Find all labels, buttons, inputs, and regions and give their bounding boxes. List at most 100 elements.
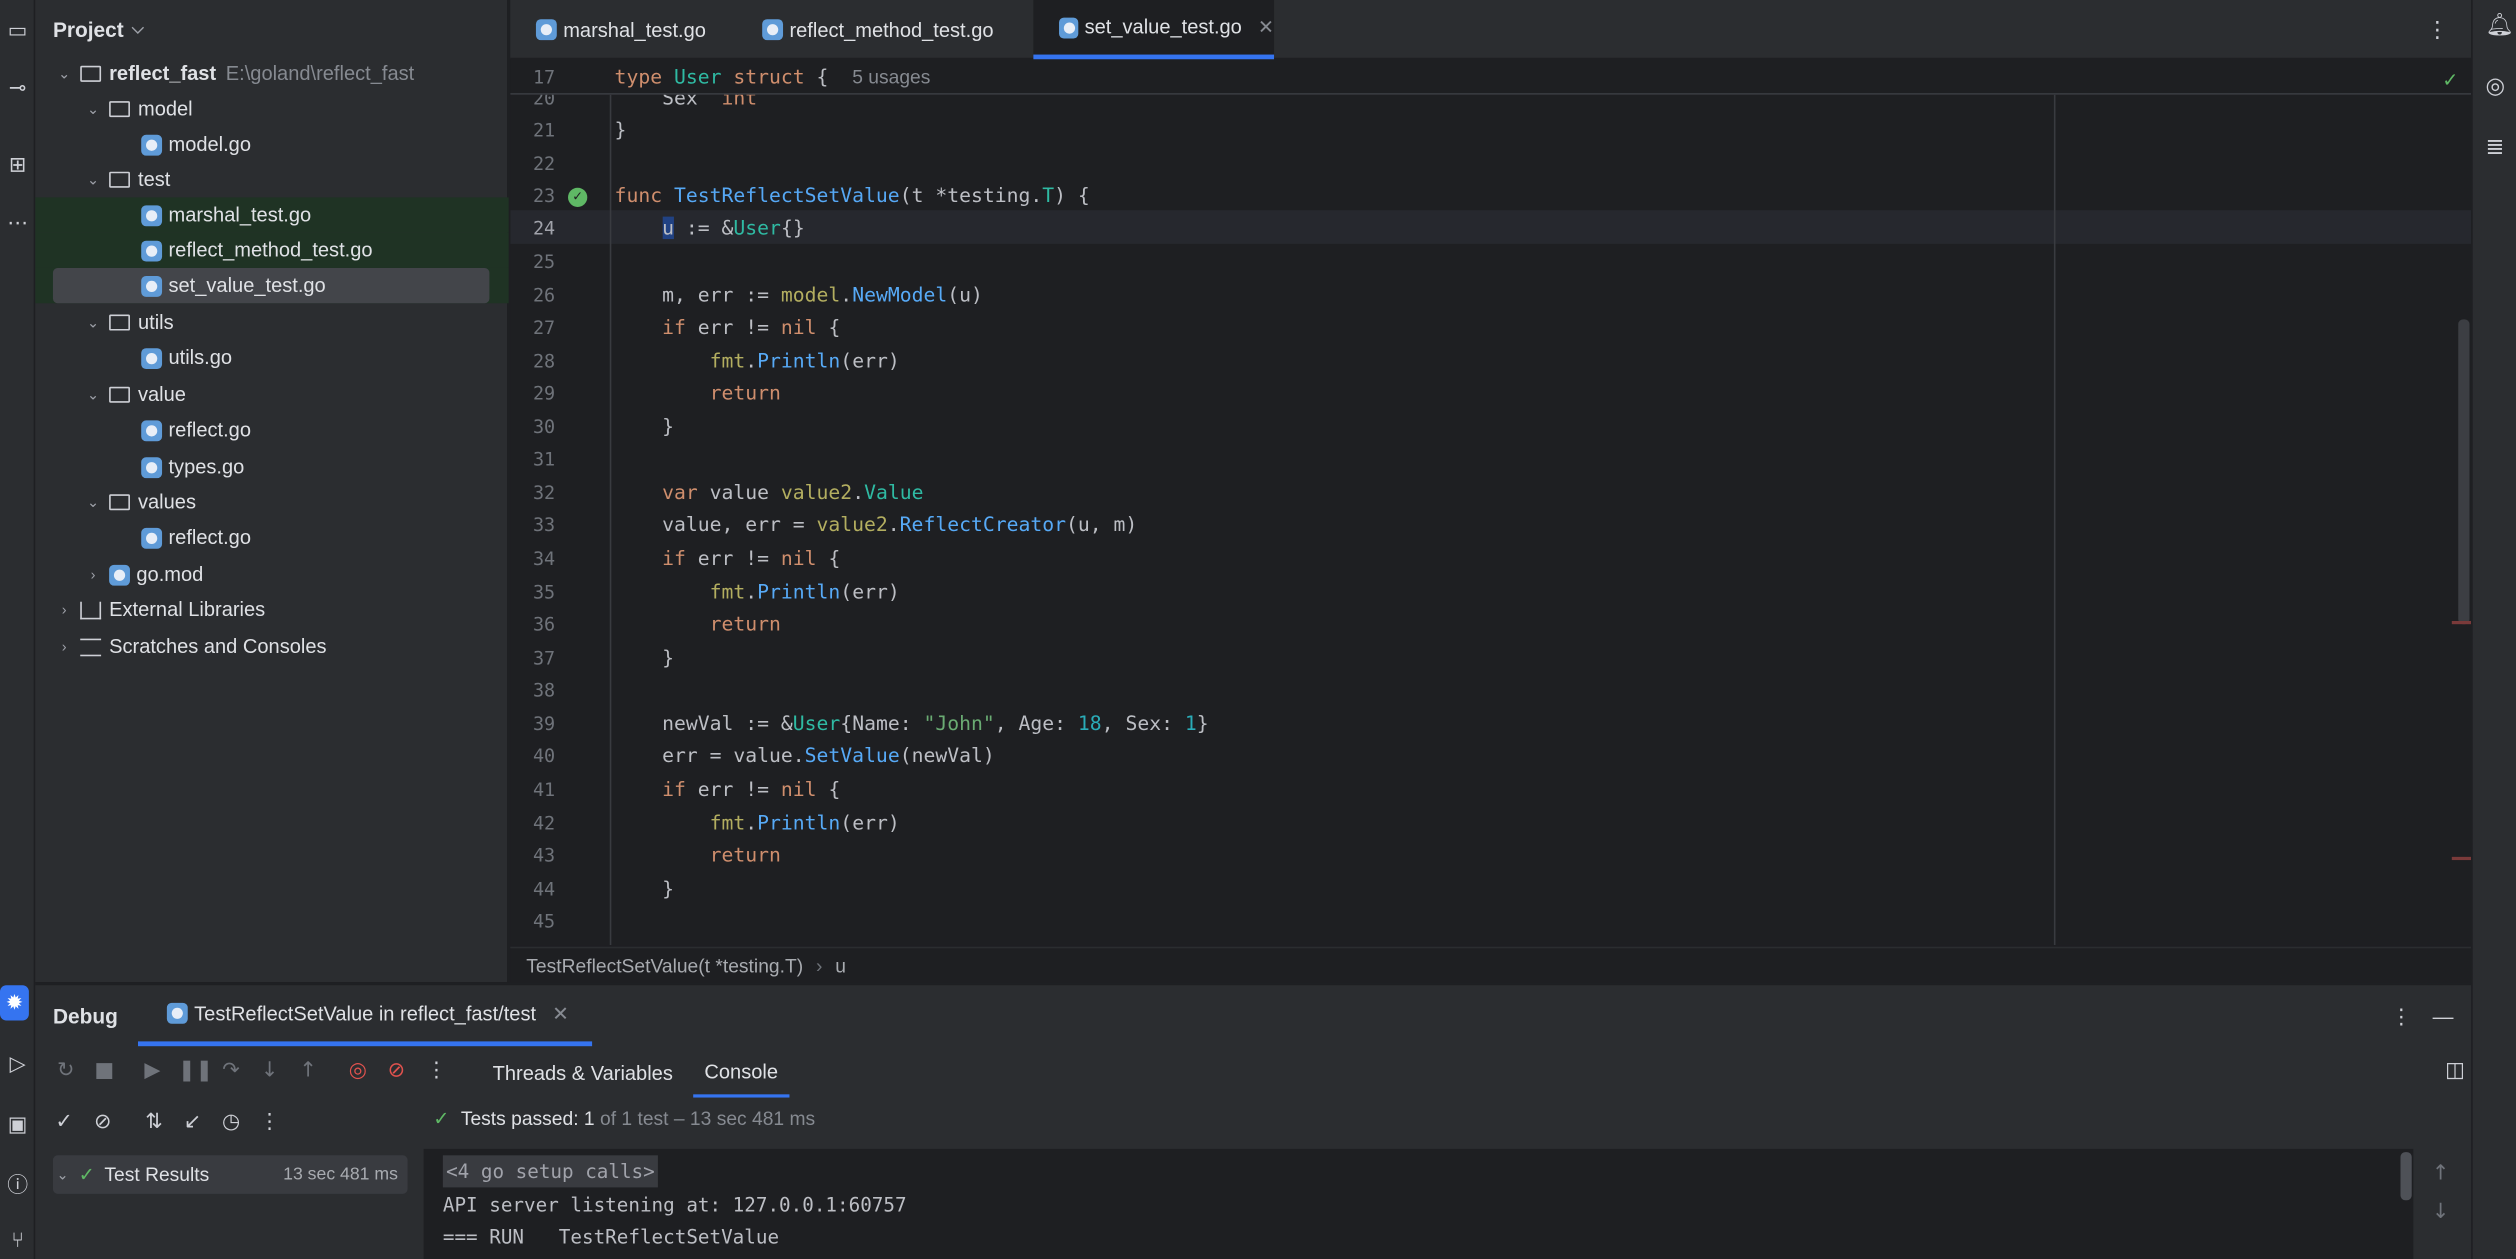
project-header[interactable]: Project ⌵ [35, 0, 507, 58]
sort-icon[interactable]: ⇅ [141, 1110, 167, 1136]
tree-item-go-mod[interactable]: › go.mod [35, 557, 508, 592]
line-number[interactable]: 36 [510, 608, 600, 640]
tree-item-value-reflect-go[interactable]: reflect.go [35, 412, 508, 447]
error-stripe-mark[interactable] [2451, 856, 2472, 861]
line-number[interactable]: 45 [510, 905, 600, 937]
line-number[interactable]: 26 [510, 279, 600, 311]
line-number[interactable]: 27 [510, 311, 600, 343]
line-number[interactable]: 33 [510, 509, 600, 541]
tree-item-model[interactable]: ⌄ model [35, 91, 508, 126]
expand-arrow-icon[interactable]: ⌄ [83, 100, 102, 118]
pause-icon[interactable]: ❚❚ [178, 1059, 213, 1085]
show-passed-icon[interactable]: ✓ [51, 1110, 77, 1136]
console-fold[interactable]: <4 go setup calls> [442, 1155, 658, 1188]
layout-icon[interactable]: ◫ [2442, 1059, 2468, 1085]
test-results-row[interactable]: ⌄ ✓ Test Results 13 sec 481 ms [52, 1155, 408, 1194]
line-number[interactable]: 41 [510, 773, 600, 805]
show-ignored-icon[interactable]: ⊘ [90, 1110, 116, 1136]
tab-set-value-test[interactable]: set_value_test.go ✕ [1033, 0, 1275, 60]
editor-scrollbar[interactable] [2458, 319, 2470, 625]
tab-reflect-method-test[interactable]: reflect_method_test.go [737, 0, 994, 59]
line-number[interactable]: 35 [510, 576, 600, 608]
minimize-icon[interactable]: — [2433, 1004, 2454, 1028]
more-actions-icon[interactable]: ⋮ [424, 1059, 450, 1085]
database-icon[interactable]: ≣ [2486, 135, 2516, 167]
git-icon[interactable]: ⑂ [0, 1223, 35, 1258]
run-test-icon[interactable]: ✓ [568, 187, 588, 207]
step-over-icon[interactable]: ↷ [218, 1059, 244, 1085]
collapse-arrow-icon[interactable]: › [55, 602, 74, 618]
import-tests-icon[interactable]: ↙ [180, 1110, 206, 1136]
line-number[interactable]: 30 [510, 411, 600, 443]
expand-arrow-icon[interactable]: ⌄ [83, 386, 102, 404]
line-number[interactable]: 39 [510, 708, 600, 740]
line-number[interactable]: 42 [510, 807, 600, 839]
more-actions-icon[interactable]: ⋮ [257, 1110, 283, 1136]
line-number[interactable]: 44 [510, 873, 600, 905]
close-icon[interactable]: ✕ [1258, 16, 1274, 38]
terminal-icon[interactable]: ▣ [0, 1107, 35, 1142]
line-number[interactable]: 37 [510, 642, 600, 674]
tree-item-utils[interactable]: ⌄ utils [35, 305, 508, 340]
breadcrumb-symbol[interactable]: u [835, 954, 846, 976]
line-number[interactable]: 43 [510, 839, 600, 871]
tree-item-values[interactable]: ⌄ values [35, 485, 508, 520]
step-out-icon[interactable]: ↑ [295, 1059, 321, 1085]
line-number[interactable]: 28 [510, 345, 600, 377]
run-icon[interactable]: ▷ [0, 1046, 35, 1081]
tree-item-utils-go[interactable]: utils.go [35, 340, 508, 375]
collapse-arrow-icon[interactable]: › [55, 639, 74, 655]
tree-item-model-go[interactable]: model.go [35, 127, 508, 162]
collapse-arrow-icon[interactable]: › [83, 566, 102, 582]
tab-console[interactable]: Console [693, 1049, 790, 1098]
history-icon[interactable]: ◷ [218, 1110, 244, 1136]
line-number[interactable]: 31 [510, 443, 600, 475]
scroll-down-icon[interactable]: ↓ [2428, 1200, 2454, 1226]
debug-session-tab[interactable]: TestReflectSetValue in reflect_fast/test… [137, 985, 592, 1047]
tree-item-scratches[interactable]: › Scratches and Consoles [35, 629, 508, 664]
view-breakpoints-icon[interactable]: ◎ [345, 1059, 371, 1085]
line-number[interactable]: 25 [510, 246, 600, 278]
debug-icon[interactable]: ✹ [0, 985, 29, 1021]
line-number[interactable]: 22 [510, 148, 600, 180]
tree-item-types-go[interactable]: types.go [35, 449, 508, 484]
problems-icon[interactable]: ⓘ [0, 1165, 35, 1200]
rerun-icon[interactable]: ↻ [53, 1059, 79, 1085]
usages-hint[interactable]: 5 usages [852, 66, 930, 88]
tree-item-value[interactable]: ⌄ value [35, 377, 508, 412]
commit-icon[interactable]: ⊸ [0, 71, 35, 106]
scroll-up-icon[interactable]: ↑ [2428, 1162, 2454, 1188]
line-number[interactable]: 34 [510, 542, 600, 574]
expand-arrow-icon[interactable]: ⌄ [55, 65, 74, 83]
more-tools-icon[interactable]: ⋯ [0, 205, 35, 240]
tree-item-test[interactable]: ⌄ test [35, 162, 508, 197]
tree-item-reflect-fast[interactable]: ⌄ reflect_fast E:\goland\reflect_fast [35, 56, 508, 91]
line-number[interactable]: 40 [510, 740, 600, 772]
resume-icon[interactable]: ▶ [140, 1059, 166, 1085]
tree-item-external-libraries[interactable]: › External Libraries [35, 592, 508, 627]
tree-item-values-reflect-go[interactable]: reflect.go [35, 520, 508, 555]
close-icon[interactable]: ✕ [552, 1001, 569, 1025]
ai-assistant-icon[interactable]: ◎ [2486, 74, 2516, 106]
breadcrumb-function[interactable]: TestReflectSetValue(t *testing.T) [526, 954, 803, 976]
line-number[interactable]: 21 [510, 114, 600, 146]
mute-breakpoints-icon[interactable]: ⊘ [383, 1059, 409, 1085]
line-number[interactable]: 38 [510, 674, 600, 706]
expand-arrow-icon[interactable]: ⌄ [53, 1166, 72, 1184]
expand-arrow-icon[interactable]: ⌄ [83, 314, 102, 332]
more-icon[interactable]: ⋮ [2391, 1004, 2412, 1030]
tab-marshal-test[interactable]: marshal_test.go [510, 0, 706, 59]
line-number[interactable]: 24 [510, 212, 600, 244]
step-into-icon[interactable]: ↓ [257, 1059, 283, 1085]
tree-item-set-value-test[interactable]: set_value_test.go [52, 267, 490, 304]
stop-icon[interactable]: ■ [91, 1059, 117, 1085]
code-editor[interactable]: 17 type User struct { 5 usages ✓ 20 21 22 2… [510, 59, 2472, 946]
tree-item-marshal-test[interactable]: marshal_test.go [35, 197, 509, 233]
expand-arrow-icon[interactable]: ⌄ [83, 493, 102, 511]
console-scrollbar[interactable] [2400, 1152, 2412, 1201]
expand-arrow-icon[interactable]: ⌄ [83, 171, 102, 189]
notifications-icon[interactable]: 🔔︎ [2486, 13, 2516, 45]
more-icon[interactable]: ⋮ [2426, 16, 2448, 43]
structure-icon[interactable]: ⊞ [0, 148, 35, 183]
tree-item-reflect-method-test[interactable]: reflect_method_test.go [35, 232, 509, 268]
